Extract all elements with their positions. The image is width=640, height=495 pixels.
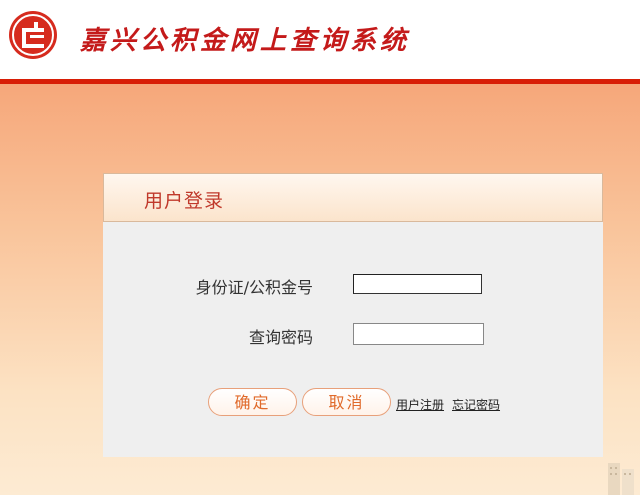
login-panel-header: 用户登录 bbox=[103, 173, 603, 222]
site-title: 嘉兴公积金网上查询系统 bbox=[80, 26, 411, 56]
buildings-icon bbox=[608, 463, 634, 495]
login-panel: 用户登录 身份证/公积金号 查询密码 确定 取消 用户注册 忘记密码 bbox=[103, 173, 603, 457]
id-number-input[interactable] bbox=[353, 274, 482, 294]
cancel-button[interactable]: 取消 bbox=[302, 388, 391, 416]
login-title: 用户登录 bbox=[144, 190, 225, 212]
register-link[interactable]: 用户注册 bbox=[396, 396, 444, 413]
password-input[interactable] bbox=[353, 323, 484, 345]
header: 嘉兴公积金网上查询系统 bbox=[0, 0, 640, 80]
forgot-password-link[interactable]: 忘记密码 bbox=[452, 396, 500, 413]
password-label: 查询密码 bbox=[248, 328, 313, 347]
housing-fund-logo-icon bbox=[9, 11, 57, 59]
confirm-button[interactable]: 确定 bbox=[208, 388, 297, 416]
id-number-label: 身份证/公积金号 bbox=[195, 278, 313, 297]
